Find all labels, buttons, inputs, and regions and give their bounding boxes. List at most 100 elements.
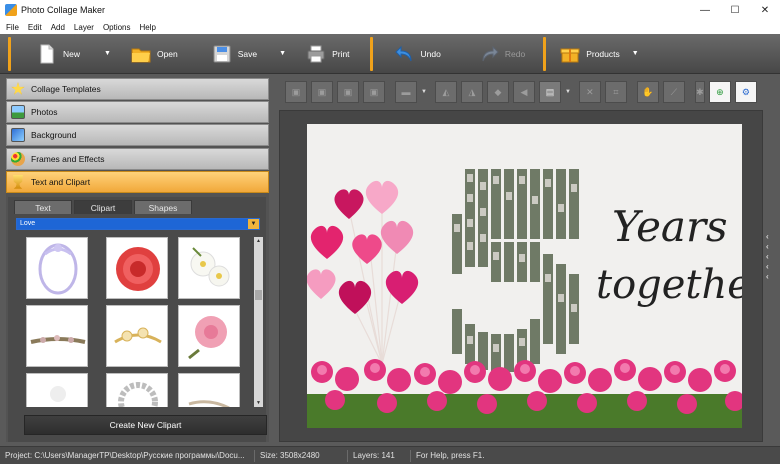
category-select[interactable]: Love ▼ [16,218,260,230]
send-backward-icon[interactable]: ▣ [337,81,359,103]
maximize-icon[interactable]: ☐ [720,0,750,20]
close-icon[interactable]: ✕ [750,0,780,20]
toolbar-separator [543,36,547,71]
tab-clipart[interactable]: Clipart [74,200,132,214]
menu-options[interactable]: Options [103,23,131,32]
redo-button-label: Redo [504,48,526,59]
menu-add[interactable]: Add [51,23,65,32]
clipart-thumb[interactable] [106,373,168,407]
background-icon [11,128,25,143]
accordion-frames-effects[interactable]: Frames and Effects [6,147,269,170]
new-document-icon [37,44,57,64]
undo-button[interactable]: Undo [394,37,441,71]
clipart-thumb[interactable] [178,237,240,299]
tab-shapes[interactable]: Shapes [134,200,192,214]
products-button[interactable]: Products [560,37,620,71]
side-collapse-arrows[interactable]: ‹ ‹ ‹ ‹ ‹ [766,232,776,282]
products-dropdown-icon[interactable]: ▼ [632,50,639,57]
layout-icon[interactable]: ▤ [538,81,561,103]
clipart-thumb[interactable] [106,305,168,367]
status-layers: Layers: 141 [348,449,411,462]
chevron-left-icon[interactable]: ‹ [766,272,776,282]
settings-icon[interactable]: ✱ [694,81,705,103]
menu-file[interactable]: File [6,23,19,32]
menu-help[interactable]: Help [140,23,156,32]
save-button[interactable]: Save [212,37,257,71]
menu-edit[interactable]: Edit [28,23,42,32]
scroll-down-icon[interactable]: ▼ [254,399,263,407]
chevron-left-icon[interactable]: ‹ [766,232,776,242]
folder-icon [131,44,151,64]
accordion-collage-templates[interactable]: Collage Templates [6,78,269,100]
rotate-right-icon[interactable]: ◮ [460,81,483,103]
printer-icon [306,44,326,64]
align-icon[interactable]: ▬ [395,81,417,103]
category-selected-value: Love [17,219,249,229]
redo-button[interactable]: Redo [479,37,525,71]
print-button[interactable]: Print [306,37,350,71]
wreath-clipart [118,382,158,407]
chevron-left-icon[interactable]: ‹ [766,252,776,262]
align-dropdown-icon[interactable]: ▼ [421,89,427,95]
bring-to-front-icon[interactable]: ▣ [285,81,307,103]
open-button-label: Open [156,48,178,59]
accordion-photos[interactable]: Photos [6,101,269,124]
chevron-left-icon[interactable]: ‹ [766,242,776,252]
accordion-background[interactable]: Background [6,124,269,147]
tab-text[interactable]: Text [14,200,72,214]
toolbar-separator [8,36,11,71]
window-title: Photo Collage Maker [21,5,106,15]
flip-vertical-icon[interactable]: ◀ [512,81,535,103]
collage-title-line2[interactable]: together [596,262,742,308]
collage-title-line1[interactable]: Years [612,202,728,251]
canvas-area: Years together [279,110,763,442]
page-settings-icon[interactable]: ⚙ [734,81,757,103]
clipart-thumb[interactable] [26,373,88,407]
clipart-thumb[interactable] [178,305,240,367]
status-bar: Project: C:\Users\ManagerTP\Desktop\Русс… [0,446,780,464]
minimize-icon[interactable]: — [690,0,720,20]
chevron-down-icon[interactable]: ▼ [248,219,259,229]
white-flowers-clipart [190,247,230,287]
rotate-left-icon[interactable]: ◭ [434,81,457,103]
new-button[interactable]: New [37,37,80,71]
collage-canvas[interactable]: Years together [307,124,742,428]
window-controls: — ☐ ✕ [690,0,780,20]
scroll-up-icon[interactable]: ▲ [254,237,263,245]
accordion-text-clipart[interactable]: Text and Clipart [6,170,269,193]
undo-icon [394,44,415,64]
clipart-thumb[interactable] [26,305,88,367]
edit-toolbar: ▣ ▣ ▣ ▣ ▬ ▼ ◭ ◮ ◆ ◀ ▤ ▼ ✕ ⌗ ✋ ⟋ ✱ ⊕ ⚙ [279,77,773,107]
red-rose-clipart [116,247,160,291]
open-button[interactable]: Open [131,37,178,71]
clipart-scrollbar[interactable]: ▲ ▼ [254,237,263,407]
pink-flower-clipart [188,316,227,360]
new-button-label: New [63,48,81,59]
bring-forward-icon[interactable]: ▣ [311,81,333,103]
crop-icon[interactable]: ⌗ [604,81,627,103]
scroll-thumb[interactable] [255,290,262,300]
clipart-thumb[interactable] [178,373,240,407]
title-bar: Photo Collage Maker — ☐ ✕ [0,0,780,20]
create-new-clipart-button[interactable]: Create New Clipart [24,415,267,435]
save-icon [212,44,232,64]
new-dropdown-icon[interactable]: ▼ [104,50,111,57]
hand-icon[interactable]: ✋ [636,81,659,103]
save-dropdown-icon[interactable]: ▼ [279,50,286,57]
accordion-label: Photos [31,107,58,118]
faded-clipart [50,386,66,402]
layout-dropdown-icon[interactable]: ▼ [565,89,571,95]
clipart-panel: Text Clipart Shapes Love ▼ ▲ ▼ Create Ne… [8,197,267,442]
trophy-icon [13,174,23,189]
magic-wand-icon[interactable]: ⟋ [662,81,685,103]
redo-icon [479,44,499,64]
send-to-back-icon[interactable]: ▣ [363,81,385,103]
clipart-thumb[interactable] [106,237,168,299]
chevron-left-icon[interactable]: ‹ [766,262,776,272]
clipart-thumb[interactable] [26,237,88,299]
branch-clipart [188,400,230,407]
add-page-icon[interactable]: ⊕ [708,81,731,103]
flip-horizontal-icon[interactable]: ◆ [486,81,509,103]
delete-icon[interactable]: ✕ [578,81,601,103]
menu-layer[interactable]: Layer [74,23,94,32]
